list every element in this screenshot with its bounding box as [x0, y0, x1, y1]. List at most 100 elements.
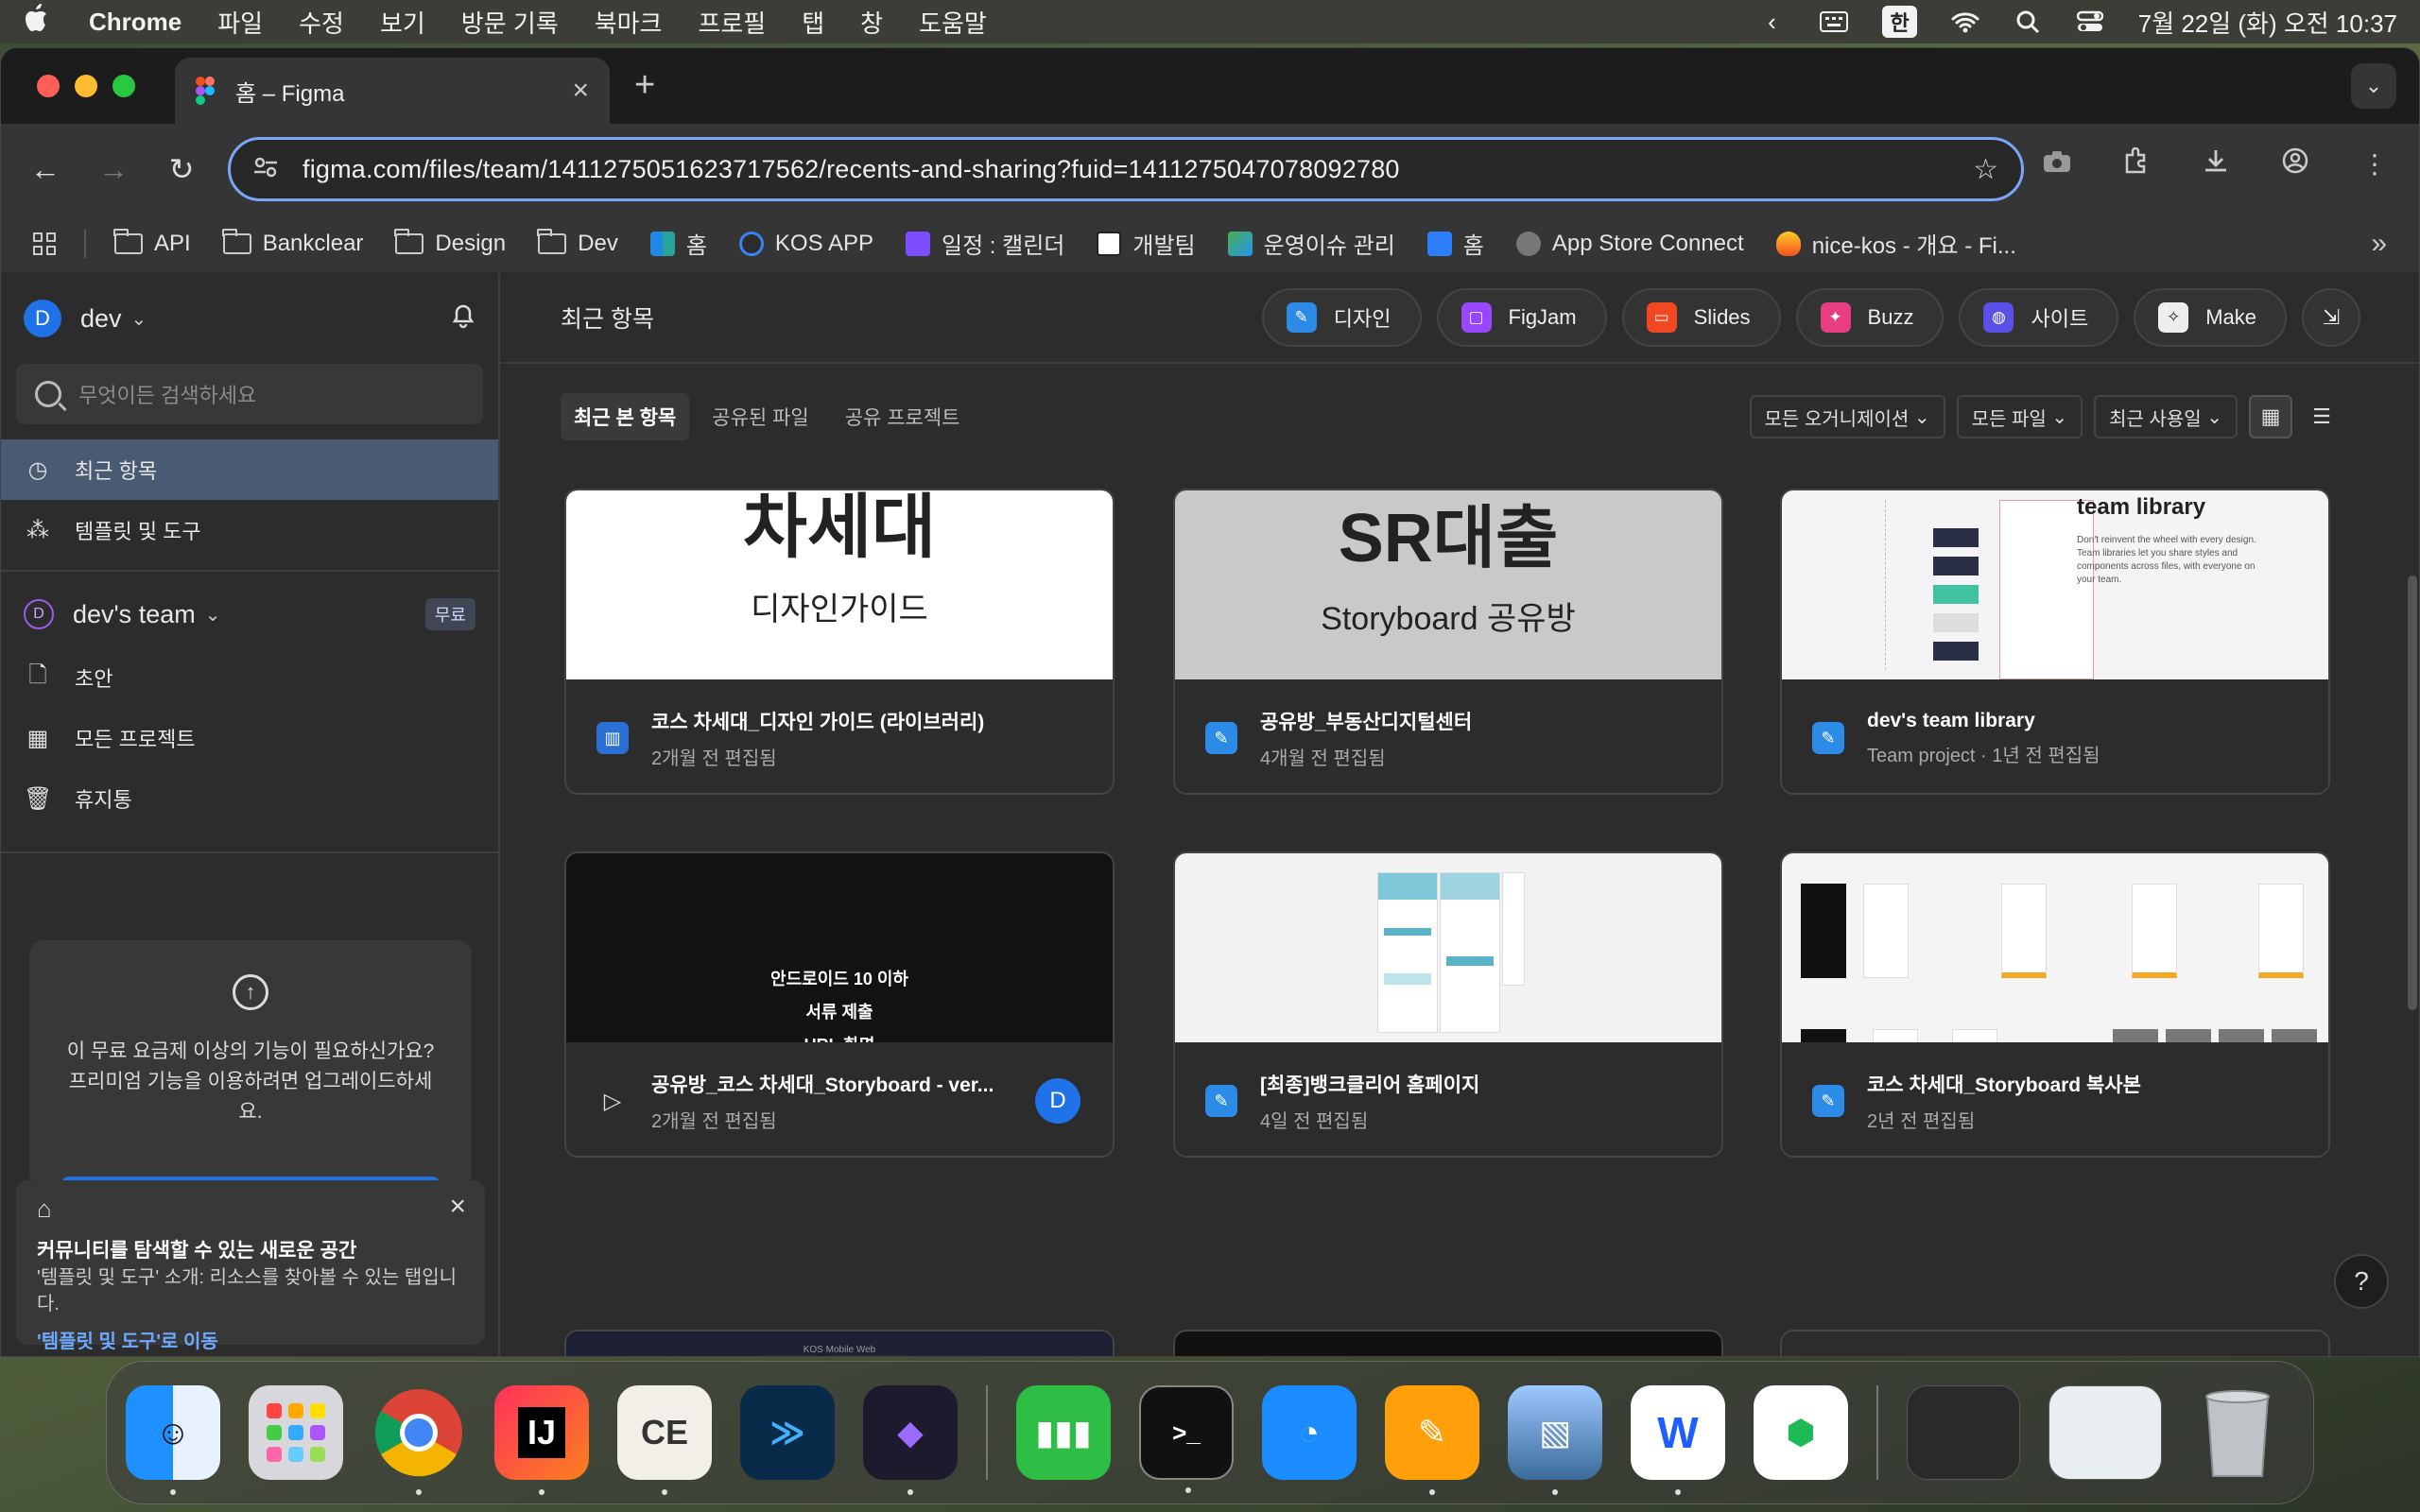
new-site-button[interactable]: ◍ 사이트	[1959, 288, 2119, 347]
close-icon[interactable]: ×	[449, 1193, 466, 1221]
bookmark-nice-kos[interactable]: nice-kos - 개요 - Fi...	[1775, 227, 2016, 260]
new-tab-button[interactable]: +	[634, 65, 655, 106]
sidebar-item-drafts[interactable]: 🗋 초안	[1, 647, 498, 708]
file-card[interactable]: ✎ [최종]뱅크클리어 홈페이지 4일 전 편집됨	[1173, 851, 1723, 1158]
menu-history[interactable]: 방문 기록	[461, 5, 559, 40]
new-make-button[interactable]: ✧ Make	[2134, 288, 2287, 347]
bookmark-ops-issues[interactable]: 운영이슈 관리	[1227, 227, 1395, 260]
file-type-dropdown[interactable]: 모든 파일 ⌄	[1956, 395, 2083, 438]
menu-window[interactable]: 창	[860, 5, 883, 40]
pages-icon[interactable]: ✎	[1385, 1385, 1479, 1495]
menu-tab[interactable]: 탭	[802, 5, 824, 40]
templates-link[interactable]: '템플릿 및 도구'로 이동	[37, 1329, 464, 1355]
menu-profiles[interactable]: 프로필	[698, 5, 766, 40]
sort-dropdown[interactable]: 최근 사용일 ⌄	[2094, 395, 2238, 438]
bookmark-star-icon[interactable]: ☆	[1973, 153, 1998, 186]
tab-search-button[interactable]: ⌄	[2351, 63, 2396, 109]
bookmark-folder-bankclear[interactable]: Bankclear	[221, 228, 363, 257]
reload-button[interactable]: ↻	[160, 147, 203, 191]
new-figjam-button[interactable]: ▢ FigJam	[1436, 288, 1607, 347]
grid-view-icon[interactable]: ▦	[2249, 395, 2292, 438]
active-app-name[interactable]: Chrome	[89, 8, 182, 37]
file-card-partial[interactable]: KOS Mobile Web	[564, 1330, 1115, 1356]
obsidian-icon[interactable]: ◆	[863, 1385, 958, 1495]
more-menu-icon[interactable]: ⋮	[2359, 148, 2391, 180]
account-switcher[interactable]: D dev ⌄	[1, 273, 498, 364]
menu-file[interactable]: 파일	[217, 5, 263, 40]
intellij-icon[interactable]: IJ	[494, 1385, 589, 1495]
bookmark-folder-dev[interactable]: Dev	[537, 228, 618, 257]
search-input[interactable]: 무엇이든 검색하세요	[16, 364, 483, 424]
menu-view[interactable]: 보기	[380, 5, 425, 40]
profile-icon[interactable]	[2279, 146, 2311, 181]
menu-bookmarks[interactable]: 북마크	[595, 5, 663, 40]
file-card[interactable]: SR대출 Storyboard 공유방 ✎ 공유방_부동산디지털센터 4개월 전…	[1173, 489, 1723, 795]
file-card-partial[interactable]	[1780, 1330, 2330, 1356]
sidebar-item-templates[interactable]: ⁂ 템플릿 및 도구	[1, 500, 498, 560]
chevron-left-icon[interactable]: ‹	[1757, 8, 1786, 36]
control-center-icon[interactable]	[2076, 9, 2104, 34]
close-window-button[interactable]	[37, 75, 60, 97]
naver-whale-icon[interactable]: W	[1631, 1385, 1725, 1495]
close-tab-icon[interactable]: ×	[572, 75, 589, 107]
back-button[interactable]: ←	[24, 147, 67, 191]
new-buzz-button[interactable]: ✦ Buzz	[1795, 288, 1945, 347]
file-card[interactable]: team library Don't reinvent the wheel wi…	[1780, 489, 2330, 795]
bookmark-dev-team[interactable]: 개발팀	[1097, 227, 1196, 260]
forward-button[interactable]: →	[92, 147, 135, 191]
wifi-icon[interactable]	[1951, 9, 1979, 34]
numbers-icon[interactable]: ▮▮▮	[1016, 1385, 1111, 1480]
preview-icon[interactable]: ▧	[1508, 1385, 1602, 1495]
tab-recently-viewed[interactable]: 최근 본 항목	[561, 393, 690, 440]
keyboard-icon[interactable]	[1820, 9, 1849, 34]
address-bar[interactable]: figma.com/files/team/1411275051623717562…	[228, 137, 2024, 201]
apps-grid-icon[interactable]	[33, 232, 56, 255]
file-card-partial[interactable]	[1173, 1330, 1723, 1356]
spotlight-search-icon[interactable]	[2014, 9, 2042, 34]
bell-icon[interactable]	[451, 302, 475, 335]
help-button[interactable]: ?	[2334, 1254, 2389, 1309]
file-card[interactable]: ✎ 코스 차세대_Storyboard 복사본 2년 전 편집됨	[1780, 851, 2330, 1158]
keynote-icon[interactable]: ◔	[1262, 1385, 1357, 1480]
import-button[interactable]: ⇲	[2302, 288, 2360, 347]
dbeaver-icon[interactable]: CE	[617, 1385, 712, 1495]
site-settings-icon[interactable]	[253, 155, 282, 184]
list-view-icon[interactable]: ☰	[2300, 395, 2343, 438]
file-card[interactable]: 차세대 디자인가이드 ▥ 코스 차세대_디자인 가이드 (라이브러리) 2개월 …	[564, 489, 1115, 795]
bookmark-kos-app[interactable]: KOS APP	[738, 231, 873, 257]
bookmark-app-store-connect[interactable]: App Store Connect	[1515, 231, 1744, 257]
extensions-icon[interactable]	[2120, 146, 2152, 180]
minimized-window-thumbnail[interactable]	[1907, 1385, 2020, 1480]
bookmark-folder-api[interactable]: API	[113, 228, 191, 257]
naver-works-icon[interactable]: ⬢	[1754, 1385, 1848, 1480]
bookmark-calendar[interactable]: 일정 : 캘린더	[905, 227, 1064, 260]
input-source-indicator[interactable]: 한	[1882, 6, 1917, 38]
sidebar-item-recents[interactable]: ◷ 최근 항목	[1, 439, 498, 500]
bookmark-folder-design[interactable]: Design	[394, 228, 506, 257]
bookmarks-overflow-icon[interactable]: »	[2371, 228, 2387, 260]
url-text[interactable]: figma.com/files/team/1411275051623717562…	[302, 155, 1973, 184]
chrome-icon[interactable]	[372, 1385, 466, 1495]
organization-dropdown[interactable]: 모든 오거니제이션 ⌄	[1749, 395, 1945, 438]
scrollbar[interactable]	[2408, 576, 2417, 1010]
launchpad-icon[interactable]	[249, 1385, 343, 1480]
minimized-window-thumbnail[interactable]	[2048, 1385, 2162, 1480]
finder-icon[interactable]: ☺	[126, 1385, 220, 1495]
postman-alt-icon[interactable]: ≫	[740, 1385, 835, 1480]
zoom-window-button[interactable]	[112, 75, 135, 97]
bookmark-home-1[interactable]: 홈	[649, 227, 707, 260]
downloads-icon[interactable]	[2200, 147, 2232, 180]
play-icon[interactable]: ▷	[596, 1085, 629, 1117]
new-slides-button[interactable]: ▭ Slides	[1621, 288, 1781, 347]
screenshot-icon[interactable]	[2041, 149, 2073, 180]
tab-shared-files[interactable]: 공유된 파일	[699, 393, 821, 440]
apple-icon[interactable]	[23, 3, 57, 41]
new-design-button[interactable]: ✎ 디자인	[1261, 288, 1422, 347]
minimize-window-button[interactable]	[75, 75, 97, 97]
menubar-clock[interactable]: 7월 22일 (화) 오전 10:37	[2138, 5, 2397, 40]
sidebar-item-all-projects[interactable]: ▦ 모든 프로젝트	[1, 708, 498, 768]
menu-help[interactable]: 도움말	[919, 5, 987, 40]
tab-shared-projects[interactable]: 공유 프로젝트	[832, 393, 974, 440]
team-switcher[interactable]: D dev's team ⌄ 무료	[1, 581, 498, 647]
terminal-icon[interactable]: >_	[1139, 1385, 1234, 1493]
